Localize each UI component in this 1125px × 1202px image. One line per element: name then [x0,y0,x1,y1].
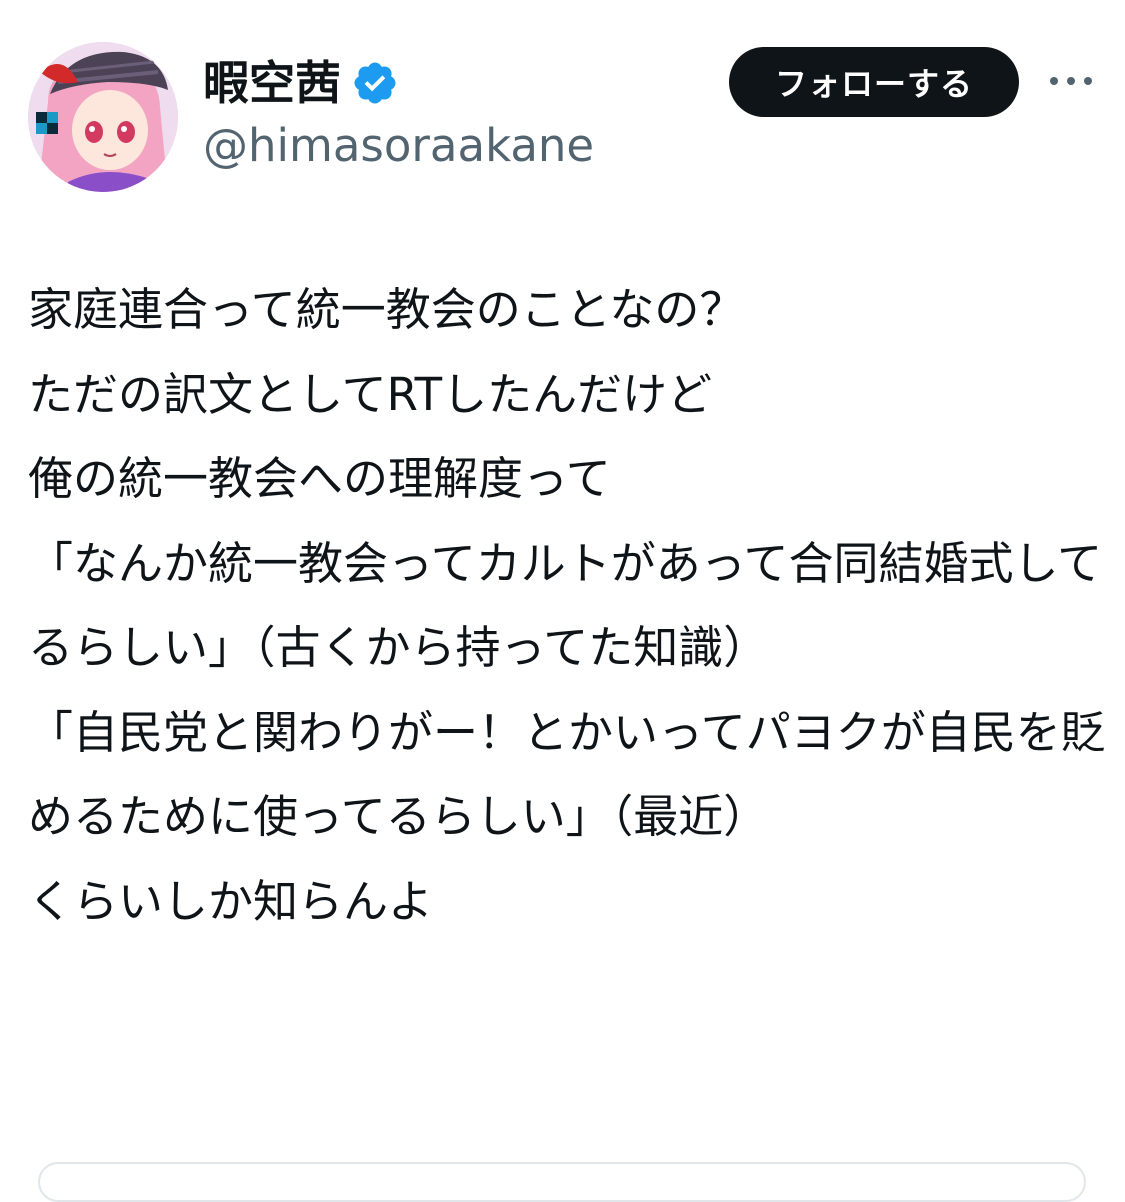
verified-badge-icon[interactable] [351,59,399,107]
tweet-text: 家庭連合って統一教会のことなの？ ただの訳文としてRTしたんだけど 俺の統一教会… [28,283,1106,928]
avatar[interactable] [28,42,178,192]
quoted-card-edge[interactable] [38,1162,1086,1202]
tweet-header: 暇空茜 @himasoraakane フォローする [0,0,1125,210]
more-horizontal-icon[interactable] [1046,66,1096,96]
follow-button[interactable]: フォローする [729,47,1019,117]
display-name[interactable]: 暇空茜 [203,50,341,116]
avatar-illustration [28,42,178,192]
user-handle[interactable]: @himasoraakane [203,116,594,176]
name-row: 暇空茜 [203,50,399,116]
